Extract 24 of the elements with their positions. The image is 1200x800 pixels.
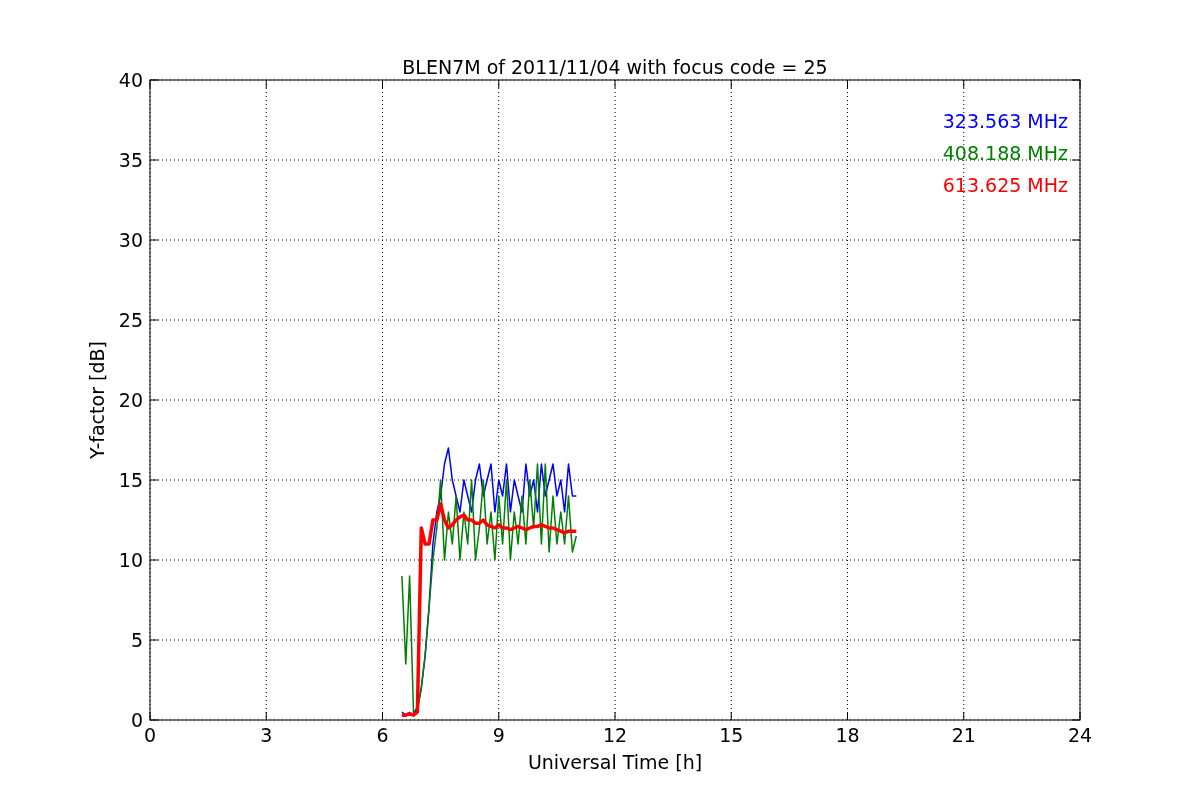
y-tick-label: 35 (118, 149, 143, 171)
chart-title: BLEN7M of 2011/11/04 with focus code = 25 (402, 56, 828, 78)
x-tick-label: 12 (602, 724, 628, 746)
legend-label: 613.625 MHz (942, 174, 1068, 196)
y-tick-label: 5 (130, 629, 143, 651)
y-tick-label: 20 (118, 389, 143, 411)
x-tick-label: 15 (719, 724, 744, 746)
x-tick-label: 21 (951, 724, 976, 746)
x-axis-label: Universal Time [h] (527, 751, 703, 773)
legend-label: 408.188 MHz (942, 142, 1068, 164)
x-tick-label: 18 (835, 724, 860, 746)
y-tick-label: 30 (118, 229, 143, 251)
x-tick-label: 24 (1067, 724, 1093, 746)
x-tick-label: 0 (143, 724, 157, 746)
y-axis-label: Y-factor [dB] (86, 341, 108, 459)
y-tick-label: 0 (130, 709, 143, 731)
x-tick-label: 3 (260, 724, 273, 746)
legend-label: 323.563 MHz (942, 110, 1068, 132)
y-tick-label: 15 (118, 469, 143, 491)
y-tick-label: 40 (118, 69, 143, 91)
x-tick-label: 9 (492, 724, 505, 746)
x-tick-label: 6 (376, 724, 389, 746)
y-tick-label: 25 (118, 309, 143, 331)
y-tick-label: 10 (118, 549, 143, 571)
